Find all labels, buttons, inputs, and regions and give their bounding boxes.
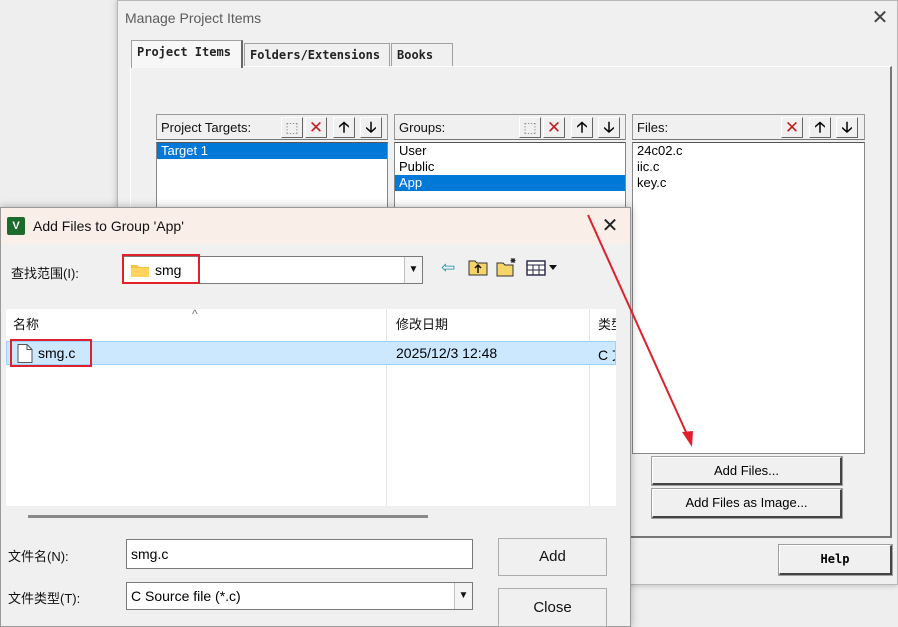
column-divider: [386, 309, 387, 506]
filetype-label: 文件类型(T):: [8, 591, 81, 606]
tab-project-items[interactable]: Project Items: [131, 40, 243, 68]
dialog-title: Add Files to Group 'App': [33, 218, 184, 234]
close-button[interactable]: Close: [498, 588, 607, 627]
file-modified: 2025/12/3 12:48: [396, 345, 498, 361]
add-files-button[interactable]: Add Files...: [651, 456, 843, 486]
new-item-icon[interactable]: ⬚: [519, 117, 541, 138]
file-list-area[interactable]: ^ 名称 修改日期 类型 smg.c 2025/12/3 12:48 C 文件: [6, 307, 616, 506]
list-item[interactable]: Target 1: [157, 143, 387, 159]
sort-ascending-icon: ^: [192, 307, 198, 321]
table-row[interactable]: smg.c 2025/12/3 12:48 C 文件: [6, 341, 616, 365]
add-button[interactable]: Add: [498, 538, 607, 576]
filetype-combo[interactable]: C Source file (*.c) ▼: [126, 582, 473, 610]
close-icon[interactable]: ✕: [868, 7, 892, 29]
list-item[interactable]: Public: [395, 159, 625, 175]
delete-icon[interactable]: ✕: [543, 117, 565, 138]
move-down-icon[interactable]: 🡣: [836, 117, 858, 138]
view-menu-icon[interactable]: [526, 259, 560, 277]
up-folder-icon[interactable]: [468, 258, 488, 276]
tab-folders-extensions[interactable]: Folders/Extensions: [244, 43, 390, 67]
groups-list[interactable]: User Public App: [394, 142, 626, 212]
filename-value: smg.c: [131, 546, 169, 562]
list-item[interactable]: 24c02.c: [633, 143, 864, 159]
add-files-as-image-button[interactable]: Add Files as Image...: [651, 488, 843, 519]
project-targets-label: Project Targets:: [161, 120, 252, 135]
chevron-down-icon[interactable]: ▼: [454, 583, 472, 609]
move-down-icon[interactable]: 🡣: [360, 117, 382, 138]
help-button[interactable]: Help: [778, 544, 893, 576]
column-header-name[interactable]: 名称: [13, 309, 39, 341]
new-item-icon[interactable]: ⬚: [281, 117, 303, 138]
look-in-label: 查找范围(I):: [11, 266, 79, 281]
file-type: C 文件: [598, 347, 615, 363]
column-divider: [589, 309, 590, 506]
move-up-icon[interactable]: 🡡: [333, 117, 355, 138]
list-item[interactable]: key.c: [633, 175, 864, 191]
move-up-icon[interactable]: 🡡: [809, 117, 831, 138]
project-targets-list[interactable]: Target 1: [156, 142, 388, 212]
annotation-box: [10, 339, 92, 367]
annotation-box: [122, 254, 200, 284]
add-files-dialog: V Add Files to Group 'App' ✕ 查找范围(I): sm…: [0, 207, 631, 627]
delete-icon[interactable]: ✕: [305, 117, 327, 138]
groups-header: Groups: ⬚ ✕ 🡡 🡣: [394, 114, 626, 140]
move-down-icon[interactable]: 🡣: [598, 117, 620, 138]
delete-icon[interactable]: ✕: [781, 117, 803, 138]
window-title: Manage Project Items: [125, 10, 262, 26]
filetype-value: C Source file (*.c): [131, 588, 241, 604]
chevron-down-icon[interactable]: ▼: [404, 257, 422, 283]
column-header-modified[interactable]: 修改日期: [396, 309, 448, 341]
new-folder-icon[interactable]: [496, 257, 518, 277]
tab-books[interactable]: Books: [391, 43, 453, 67]
move-up-icon[interactable]: 🡡: [571, 117, 593, 138]
files-header: Files: ✕ 🡡 🡣: [632, 114, 865, 140]
app-icon: V: [7, 217, 25, 235]
files-list[interactable]: 24c02.c iic.c key.c: [632, 142, 865, 454]
filename-field[interactable]: smg.c: [126, 539, 473, 569]
column-header-type[interactable]: 类型: [598, 309, 616, 341]
files-label: Files:: [637, 120, 669, 135]
list-item[interactable]: iic.c: [633, 159, 864, 175]
list-item[interactable]: App: [395, 175, 625, 191]
horizontal-scrollbar[interactable]: [28, 515, 428, 518]
project-targets-header: Project Targets: ⬚ ✕ 🡡 🡣: [156, 114, 388, 140]
groups-label: Groups:: [399, 120, 446, 135]
close-icon[interactable]: ✕: [597, 214, 623, 238]
filename-label: 文件名(N):: [8, 549, 69, 564]
list-item[interactable]: User: [395, 143, 625, 159]
back-icon[interactable]: ⇦: [441, 258, 455, 278]
